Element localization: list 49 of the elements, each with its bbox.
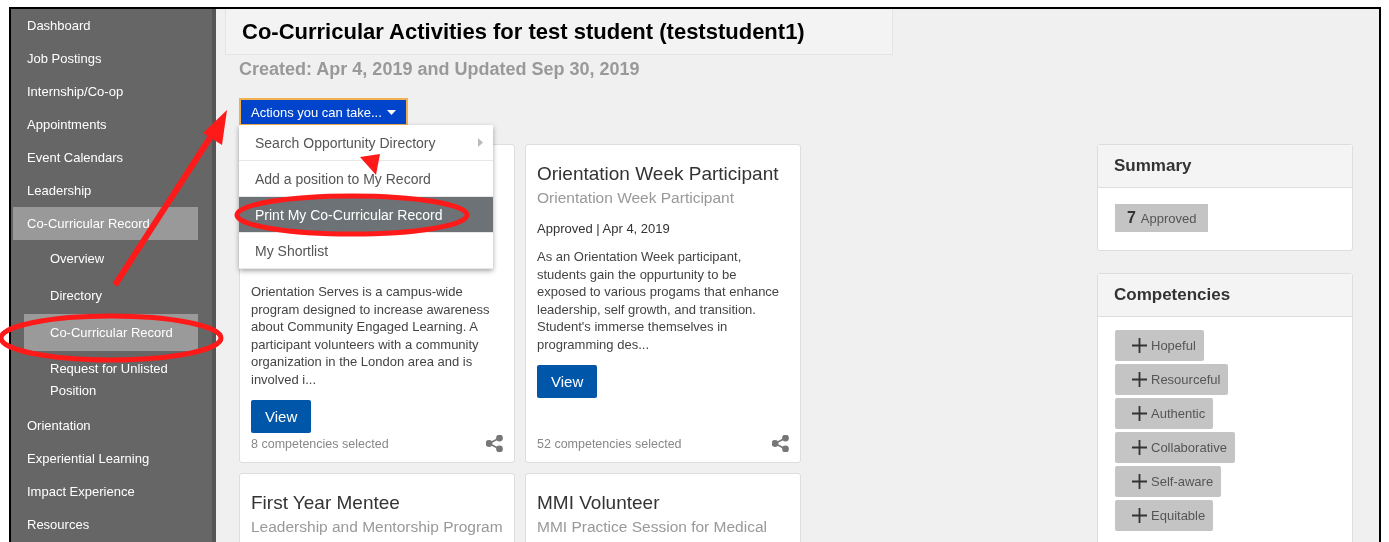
plus-icon <box>1132 474 1147 489</box>
view-button[interactable]: View <box>537 365 598 398</box>
competency-button[interactable]: Collaborative <box>1115 432 1235 463</box>
nav-item[interactable]: Dashboard <box>13 9 198 42</box>
competency-button[interactable]: Hopeful <box>1115 330 1204 361</box>
competency-count: 8 competencies selected <box>251 436 389 451</box>
actions-dropdown-button[interactable]: Actions you can take... <box>239 98 408 126</box>
card-subtitle: MMI Practice Session for Medical <box>537 518 767 536</box>
competency-button[interactable]: Equitable <box>1115 500 1214 531</box>
competency-button[interactable]: Self-aware <box>1115 466 1222 497</box>
caret-icon <box>386 109 396 115</box>
nav-item[interactable]: Internship/Co-op <box>13 75 198 108</box>
card-description: Orientation Serves is a campus-wide program designed to increase awareness about Community Engaged Learning. A participant volunteers with a community organization in the London area and is involved i... <box>251 283 491 388</box>
nav-item[interactable]: Job Postings <box>13 42 198 75</box>
card-status: Approved | Apr 4, 2019 <box>537 221 670 236</box>
page-subtitle: Created: Apr 4, 2019 and Updated Sep 30, 2019 <box>239 59 641 80</box>
annotation-arrow <box>360 154 380 175</box>
panel-title: Competencies <box>1098 274 1352 317</box>
card-title: Orientation Week Participant <box>537 163 779 185</box>
share-icon[interactable] <box>486 435 503 452</box>
view-button[interactable]: View <box>251 400 312 433</box>
nav-item[interactable]: Resources <box>13 508 198 541</box>
page-title: Co-Curricular Activities for test student (teststudent1) <box>242 18 805 45</box>
panel-title: Summary <box>1098 145 1352 188</box>
nav-subitem[interactable]: Request for Unlisted Position <box>24 351 198 409</box>
share-icon[interactable] <box>772 435 789 452</box>
competency-button[interactable]: Authentic <box>1115 398 1214 429</box>
plus-icon <box>1132 372 1147 387</box>
card-title: MMI Volunteer <box>537 492 660 514</box>
plus-icon <box>1132 440 1147 455</box>
card-subtitle: Orientation Week Participant <box>537 189 734 207</box>
nav-item[interactable]: Appointments <box>13 108 198 141</box>
competency-count: 52 competencies selected <box>537 436 682 451</box>
plus-icon <box>1132 406 1147 421</box>
plus-icon <box>1132 338 1147 353</box>
approved-count-tag: 7 Approved <box>1115 204 1209 232</box>
competency-button[interactable]: Resourceful <box>1115 364 1229 395</box>
chevron-right-icon <box>478 138 483 147</box>
card-title: First Year Mentee <box>251 492 400 514</box>
nav-item[interactable]: Orientation <box>13 409 198 442</box>
card-subtitle: Leadership and Mentorship Program <box>251 518 503 536</box>
nav-item[interactable]: Event Calendars <box>13 141 198 174</box>
nav-item[interactable]: Impact Experience <box>13 475 198 508</box>
plus-icon <box>1132 508 1147 523</box>
nav-subitem[interactable]: Directory <box>24 277 198 314</box>
nav-item[interactable]: Leadership <box>13 174 198 207</box>
nav-item[interactable]: Experiential Learning <box>13 442 198 475</box>
nav-subitem[interactable]: Overview <box>24 240 198 277</box>
card-description: As an Orientation Week participant, students gain the oppurtunity to be exposed to various progams that enhance leadership, self growth, and transition. Student's immerse themselves in programming des... <box>537 248 781 353</box>
